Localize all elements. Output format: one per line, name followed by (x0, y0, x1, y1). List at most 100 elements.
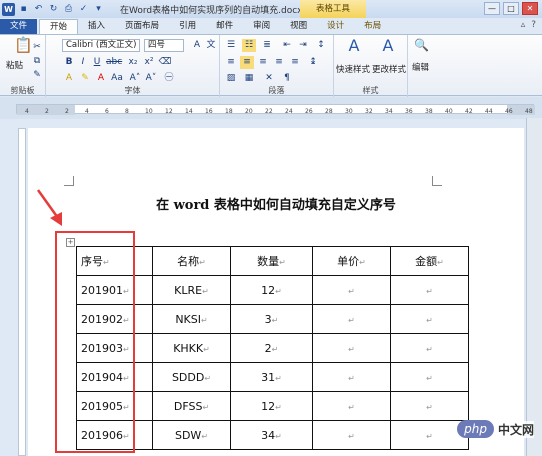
cell-price[interactable]: ↵ (312, 275, 391, 305)
align-center-icon[interactable]: ≡ (240, 56, 254, 69)
header-cell-amount[interactable]: 金额↵ (390, 246, 469, 276)
collapse-ribbon-icon[interactable]: ▵ (521, 20, 526, 30)
text-effects-icon[interactable]: A (62, 72, 76, 85)
horizontal-ruler[interactable]: 4 2 2 4 6 8 10 12 14 16 18 20 22 24 26 28 30 32 34 36 38 40 42… (16, 104, 535, 115)
help-icon[interactable]: ? (531, 20, 536, 30)
cell-name[interactable]: KHKK↵ (152, 333, 231, 363)
tab-references[interactable]: 引用 (169, 19, 206, 34)
shading-icon[interactable]: ▨ (224, 72, 238, 85)
cell-name[interactable]: NKSI↵ (152, 304, 231, 334)
print-preview-icon[interactable]: ⎙ (62, 3, 75, 16)
cell-price[interactable]: ↵ (312, 420, 391, 450)
tab-page-layout[interactable]: 页面布局 (115, 19, 169, 34)
cell-price[interactable]: ↵ (312, 362, 391, 392)
close-button[interactable]: ✕ (522, 2, 538, 15)
line-spacing-icon[interactable]: ↨ (306, 56, 320, 69)
cell-amount[interactable]: ↵ (390, 304, 469, 334)
enclose-char-icon[interactable]: ㊀ (162, 72, 176, 85)
tab-file[interactable]: 文件 (0, 19, 38, 34)
save-icon[interactable]: ▪ (17, 3, 30, 16)
change-styles-button[interactable]: 更改样式 (372, 63, 406, 75)
tab-layout[interactable]: 布局 (354, 19, 391, 34)
minimize-button[interactable]: — (484, 2, 500, 15)
increase-indent-icon[interactable]: ⇥ (296, 39, 310, 52)
tab-mailings[interactable]: 邮件 (206, 19, 243, 34)
strikethrough-icon[interactable]: abc (106, 56, 122, 69)
cell-quantity[interactable]: 12↵ (230, 391, 313, 421)
superscript-icon[interactable]: x² (142, 56, 156, 69)
find-icon[interactable]: 🔍 (414, 39, 429, 52)
decrease-indent-icon[interactable]: ⇤ (280, 39, 294, 52)
align-right-icon[interactable]: ≡ (256, 56, 270, 69)
bold-icon[interactable]: B (62, 56, 76, 69)
cell-price[interactable]: ↵ (312, 333, 391, 363)
format-painter-icon[interactable]: ✎ (30, 69, 44, 82)
font-size-select[interactable]: 四号 (144, 39, 184, 52)
font-name-select[interactable]: Calibri (西文正文) (62, 39, 140, 52)
ruler-tick-label: 20 (245, 108, 253, 115)
editing-button[interactable]: 编辑 (412, 61, 429, 73)
quick-styles-icon[interactable]: A (344, 38, 364, 59)
cell-amount[interactable]: ↵ (390, 275, 469, 305)
italic-icon[interactable]: I (76, 56, 90, 69)
copy-icon[interactable]: ⧉ (30, 55, 44, 68)
group-styles: A A 快速样式 更改样式 样式 (334, 35, 408, 97)
subscript-icon[interactable]: x₂ (126, 56, 140, 69)
grow-font-size-icon[interactable]: A˄ (128, 72, 142, 85)
vertical-scrollbar[interactable] (526, 118, 542, 456)
chinese-layout-icon[interactable]: ✕ (262, 72, 276, 85)
undo-icon[interactable]: ↶ (32, 3, 45, 16)
maximize-button[interactable]: □ (503, 2, 519, 15)
align-left-icon[interactable]: ≡ (224, 56, 238, 69)
change-styles-icon[interactable]: A (378, 38, 398, 59)
cell-name[interactable]: SDW↵ (152, 420, 231, 450)
clear-format-icon[interactable]: ⌫ (158, 56, 172, 69)
cell-quantity[interactable]: 3↵ (230, 304, 313, 334)
show-marks-icon[interactable]: ¶ (280, 72, 294, 85)
cell-quantity[interactable]: 31↵ (230, 362, 313, 392)
document-heading[interactable]: 在 word 表格中如何自动填充自定义序号 (28, 194, 524, 213)
tab-home[interactable]: 开始 (39, 19, 79, 34)
paste-button[interactable]: 粘贴 (6, 59, 23, 71)
cell-price[interactable]: ↵ (312, 304, 391, 334)
cell-name[interactable]: DFSS↵ (152, 391, 231, 421)
tab-insert[interactable]: 插入 (78, 19, 115, 34)
tab-review[interactable]: 审阅 (243, 19, 280, 34)
phonetic-guide-icon[interactable]: 文 (204, 39, 218, 52)
quick-styles-button[interactable]: 快速样式 (336, 63, 370, 75)
cell-quantity[interactable]: 34↵ (230, 420, 313, 450)
ruler-tick-label: 30 (345, 108, 353, 115)
tab-view[interactable]: 视图 (280, 19, 317, 34)
sort-icon[interactable]: ↕ (314, 39, 328, 52)
cell-amount[interactable]: ↵ (390, 362, 469, 392)
vertical-ruler[interactable] (18, 128, 26, 456)
distribute-icon[interactable]: ≡ (288, 56, 302, 69)
cell-amount[interactable]: ↵ (390, 333, 469, 363)
numbering-icon[interactable]: ☷ (242, 39, 256, 52)
font-color-icon[interactable]: A (94, 72, 108, 85)
header-cell-quantity[interactable]: 数量↵ (230, 246, 313, 276)
shrink-font-size-icon[interactable]: A˅ (144, 72, 158, 85)
word-logo-icon[interactable]: W (2, 2, 15, 16)
justify-icon[interactable]: ≡ (272, 56, 286, 69)
change-case-icon[interactable]: Aa (110, 72, 124, 85)
tab-design[interactable]: 设计 (317, 19, 354, 34)
redo-icon[interactable]: ↻ (47, 3, 60, 16)
grow-font-icon[interactable]: A (190, 39, 204, 52)
bullets-icon[interactable]: ☰ (224, 39, 238, 52)
borders-icon[interactable]: ▦ (242, 72, 256, 85)
customize-icon[interactable]: ▾ (92, 3, 105, 16)
cell-quantity[interactable]: 12↵ (230, 275, 313, 305)
underline-icon[interactable]: U (90, 56, 104, 69)
multilevel-list-icon[interactable]: ≣ (260, 39, 274, 52)
cell-price[interactable]: ↵ (312, 391, 391, 421)
header-cell-price[interactable]: 单价↵ (312, 246, 391, 276)
cell-name[interactable]: SDDD↵ (152, 362, 231, 392)
highlight-icon[interactable]: ✎ (78, 72, 92, 85)
header-cell-name[interactable]: 名称↵ (152, 246, 231, 276)
cell-name[interactable]: KLRE↵ (152, 275, 231, 305)
cell-amount[interactable]: ↵ (390, 391, 469, 421)
cut-icon[interactable]: ✂ (30, 41, 44, 54)
cell-quantity[interactable]: 2↵ (230, 333, 313, 363)
spell-check-icon[interactable]: ✓ (77, 3, 90, 16)
